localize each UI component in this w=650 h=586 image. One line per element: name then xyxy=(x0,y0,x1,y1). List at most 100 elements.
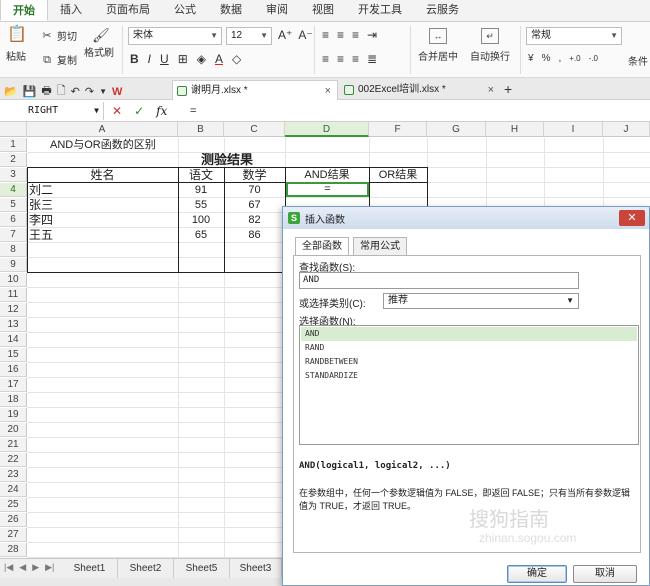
currency-icon[interactable]: ¥ xyxy=(528,53,534,64)
wrap-text-button[interactable]: ↵ 自动换行 xyxy=(470,28,510,63)
row-header[interactable]: 21 xyxy=(0,438,27,452)
tab-page-layout[interactable]: 页面布局 xyxy=(94,0,162,21)
first-sheet-icon[interactable]: |◀ xyxy=(4,562,13,573)
header-and-result[interactable]: AND结果 xyxy=(285,168,369,182)
align-right-icon[interactable]: ≡ xyxy=(352,52,359,66)
font-grow-icon[interactable]: A⁺ xyxy=(278,28,292,42)
cancel-formula-icon[interactable]: ✕ xyxy=(112,102,122,120)
header-or-result[interactable]: OR结果 xyxy=(369,168,427,182)
header-chinese[interactable]: 语文 xyxy=(178,168,224,182)
sheet-tab-sheet2[interactable]: Sheet2 xyxy=(118,559,174,578)
align-top-icon[interactable]: ≡ xyxy=(322,28,329,42)
paste-button[interactable]: 📋 粘贴 xyxy=(6,27,27,64)
doc-tab[interactable]: 002Excel培训.xlsx * × xyxy=(340,80,500,100)
copy-button[interactable]: ⧉ 复制 xyxy=(40,52,77,68)
row-header[interactable]: 28 xyxy=(0,543,27,557)
tab-home[interactable]: 开始 xyxy=(0,0,48,21)
last-sheet-icon[interactable]: ▶| xyxy=(45,562,54,573)
list-item[interactable]: AND xyxy=(301,327,637,341)
table-row-chinese[interactable]: 65 xyxy=(178,228,224,242)
confirm-formula-icon[interactable]: ✓ xyxy=(134,102,144,120)
table-row-chinese[interactable]: 91 xyxy=(178,183,224,197)
column-header-h[interactable]: H xyxy=(486,122,544,137)
number-format-select[interactable]: 常规 ▼ xyxy=(526,27,622,45)
column-header-d[interactable]: D xyxy=(285,122,369,137)
row-header[interactable]: 12 xyxy=(0,303,27,317)
list-item[interactable]: STANDARDIZE xyxy=(301,369,637,383)
column-header-i[interactable]: I xyxy=(544,122,603,137)
row-header[interactable]: 11 xyxy=(0,288,27,302)
row-header[interactable]: 14 xyxy=(0,333,27,347)
print-icon[interactable]: 🖶 xyxy=(41,82,51,101)
table-row-math[interactable]: 70 xyxy=(224,183,285,197)
dialog-title-bar[interactable]: S 插入函数 ✕ xyxy=(283,207,649,229)
font-color-icon[interactable]: A xyxy=(215,52,223,66)
tab-formulas[interactable]: 公式 xyxy=(162,0,208,21)
row-header[interactable]: 18 xyxy=(0,393,27,407)
format-painter-button[interactable]: 🖌 格式刷 xyxy=(84,28,114,59)
row-header[interactable]: 23 xyxy=(0,468,27,482)
function-list[interactable]: AND RAND RANDBETWEEN STANDARDIZE xyxy=(299,325,639,445)
cell-a1[interactable]: AND与OR函数的区别 xyxy=(50,138,156,152)
sheet-tab-sheet5[interactable]: Sheet5 xyxy=(174,559,230,578)
table-row-math[interactable]: 67 xyxy=(224,198,285,212)
new-tab-button[interactable]: + xyxy=(504,81,512,97)
row-header[interactable]: 13 xyxy=(0,318,27,332)
doc-tab-active[interactable]: 谢明月.xlsx * × xyxy=(172,80,338,100)
decrease-decimal-icon[interactable]: -.0 xyxy=(589,54,598,63)
name-box[interactable]: RIGHT ▼ xyxy=(0,102,104,120)
table-row-name[interactable]: 王五 xyxy=(29,228,53,242)
tab-data[interactable]: 数据 xyxy=(208,0,254,21)
tab-common-formulas[interactable]: 常用公式 xyxy=(353,237,407,255)
row-header[interactable]: 16 xyxy=(0,363,27,377)
tab-view[interactable]: 视图 xyxy=(300,0,346,21)
font-size-select[interactable]: 12 ▼ xyxy=(226,27,272,45)
row-header[interactable]: 24 xyxy=(0,483,27,497)
font-shrink-icon[interactable]: A⁻ xyxy=(298,28,312,42)
row-header[interactable]: 4 xyxy=(0,183,27,197)
clear-format-icon[interactable]: ◇ xyxy=(232,52,241,66)
sheet-tab-sheet1[interactable]: Sheet1 xyxy=(62,559,118,578)
row-header[interactable]: 27 xyxy=(0,528,27,542)
column-header-a[interactable]: A xyxy=(27,122,178,137)
table-row-chinese[interactable]: 100 xyxy=(178,213,224,227)
print-preview-icon[interactable]: 🗋 xyxy=(57,82,66,101)
row-header[interactable]: 20 xyxy=(0,423,27,437)
column-header-g[interactable]: G xyxy=(427,122,486,137)
close-icon[interactable]: × xyxy=(325,81,331,101)
formula-input[interactable]: = xyxy=(190,102,196,120)
row-header[interactable]: 3 xyxy=(0,168,27,182)
close-icon[interactable]: × xyxy=(488,80,494,100)
chevron-down-icon[interactable]: ▼ xyxy=(99,87,107,96)
next-sheet-icon[interactable]: ▶ xyxy=(32,562,39,573)
header-name[interactable]: 姓名 xyxy=(27,168,178,182)
ok-button[interactable]: 确定 xyxy=(507,565,567,583)
search-input[interactable]: AND xyxy=(299,272,579,289)
close-icon[interactable]: ✕ xyxy=(619,210,645,226)
align-middle-icon[interactable]: ≡ xyxy=(337,28,344,42)
table-row-math[interactable]: 82 xyxy=(224,213,285,227)
underline-icon[interactable]: U xyxy=(160,52,169,66)
justify-icon[interactable]: ≣ xyxy=(367,52,377,66)
row-header[interactable]: 1 xyxy=(0,138,27,152)
align-bottom-icon[interactable]: ≡ xyxy=(352,28,359,42)
thousands-icon[interactable]: , xyxy=(558,53,561,64)
row-header[interactable]: 2 xyxy=(0,153,27,167)
column-header-j[interactable]: J xyxy=(603,122,650,137)
save-icon[interactable]: 💾 xyxy=(23,85,37,98)
row-header[interactable]: 26 xyxy=(0,513,27,527)
font-name-select[interactable]: 宋体 ▼ xyxy=(128,27,222,45)
increase-decimal-icon[interactable]: +.0 xyxy=(569,54,580,63)
indent-icon[interactable]: ⇥ xyxy=(367,28,377,42)
merge-center-button[interactable]: ↔ 合并居中 xyxy=(418,28,458,63)
tab-developer[interactable]: 开发工具 xyxy=(346,0,414,21)
row-header[interactable]: 8 xyxy=(0,243,27,257)
table-row-math[interactable]: 86 xyxy=(224,228,285,242)
row-header[interactable]: 15 xyxy=(0,348,27,362)
table-row-name[interactable]: 张三 xyxy=(29,198,53,212)
row-header[interactable]: 17 xyxy=(0,378,27,392)
row-header[interactable]: 9 xyxy=(0,258,27,272)
cancel-button[interactable]: 取消 xyxy=(573,565,637,583)
select-all-corner[interactable] xyxy=(0,122,27,137)
insert-function-icon[interactable]: fx xyxy=(156,102,167,120)
